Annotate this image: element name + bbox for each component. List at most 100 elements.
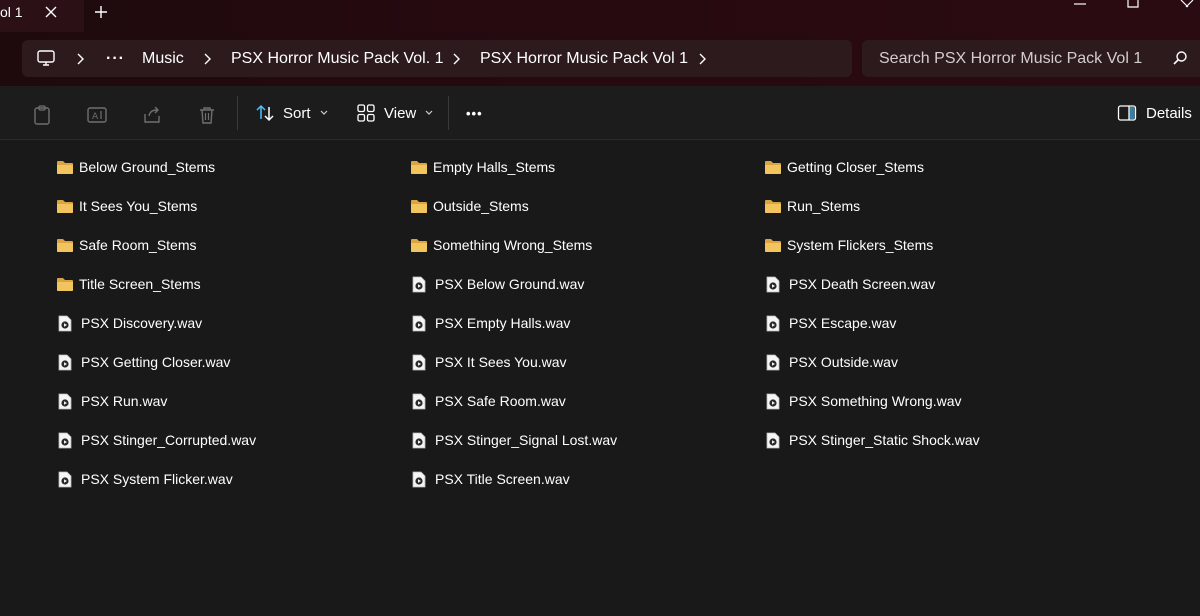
close-window-icon[interactable] (1180, 0, 1194, 10)
address-bar[interactable]: ··· Music PSX Horror Music Pack Vol. 1 P… (22, 40, 852, 77)
folder-item[interactable]: Below Ground_Stems (56, 156, 215, 178)
folder-item[interactable]: Something Wrong_Stems (410, 234, 592, 256)
folder-item[interactable]: Empty Halls_Stems (410, 156, 555, 178)
close-icon[interactable] (42, 2, 60, 22)
item-name: PSX Discovery.wav (81, 315, 203, 331)
file-item[interactable]: PSX Stinger_Signal Lost.wav (410, 429, 617, 451)
folder-icon (411, 200, 427, 213)
item-name: PSX Stinger_Signal Lost.wav (435, 432, 618, 448)
item-name: PSX Title Screen.wav (435, 471, 570, 487)
chevron-right-icon[interactable] (74, 52, 86, 66)
breadcrumb-item-current[interactable]: PSX Horror Music Pack Vol 1 (480, 40, 688, 77)
view-label: View (384, 104, 417, 122)
folder-icon (57, 200, 73, 213)
view-button[interactable]: View (356, 98, 434, 128)
audio-file-icon (58, 432, 72, 448)
file-item[interactable]: PSX Stinger_Static Shock.wav (764, 429, 980, 451)
audio-file-icon (766, 393, 780, 409)
folder-item[interactable]: Safe Room_Stems (56, 234, 197, 256)
rename-icon[interactable]: A (86, 104, 108, 126)
audio-file-icon (766, 276, 780, 292)
file-item[interactable]: PSX Death Screen.wav (764, 273, 935, 295)
item-name: Getting Closer_Stems (787, 159, 924, 175)
breadcrumb-more[interactable]: ··· (106, 40, 125, 77)
file-item[interactable]: PSX System Flicker.wav (56, 468, 233, 490)
item-name: PSX Outside.wav (789, 354, 898, 370)
item-name: PSX Stinger_Static Shock.wav (789, 432, 980, 448)
folder-item[interactable]: Title Screen_Stems (56, 273, 201, 295)
file-item[interactable]: PSX Title Screen.wav (410, 468, 570, 490)
file-item[interactable]: PSX Outside.wav (764, 351, 898, 373)
item-name: PSX Run.wav (81, 393, 168, 409)
audio-file-icon (58, 471, 72, 487)
file-item[interactable]: PSX Empty Halls.wav (410, 312, 570, 334)
tab-active[interactable]: ol 1 (0, 0, 84, 32)
file-item[interactable]: PSX Escape.wav (764, 312, 896, 334)
file-item[interactable]: PSX Discovery.wav (56, 312, 202, 334)
audio-file-icon (58, 315, 72, 331)
search-icon[interactable] (1172, 50, 1188, 66)
folder-item[interactable]: It Sees You_Stems (56, 195, 197, 217)
details-pane-icon (1117, 105, 1137, 121)
audio-file-icon (412, 276, 426, 292)
more-options-button[interactable]: ••• (466, 98, 483, 128)
file-item[interactable]: PSX Getting Closer.wav (56, 351, 230, 373)
maximize-icon[interactable] (1126, 0, 1140, 10)
sort-icon (256, 104, 274, 122)
item-name: Something Wrong_Stems (433, 237, 593, 253)
share-icon[interactable] (141, 104, 163, 126)
folder-item[interactable]: Run_Stems (764, 195, 860, 217)
file-item[interactable]: PSX Below Ground.wav (410, 273, 584, 295)
item-name: System Flickers_Stems (787, 237, 934, 253)
item-name: Outside_Stems (433, 198, 529, 214)
folder-item[interactable]: System Flickers_Stems (764, 234, 933, 256)
file-item[interactable]: PSX Safe Room.wav (410, 390, 566, 412)
search-placeholder: Search PSX Horror Music Pack Vol 1 (879, 50, 1143, 67)
audio-file-icon (412, 471, 426, 487)
view-grid-icon (357, 104, 375, 122)
file-item[interactable]: PSX Stinger_Corrupted.wav (56, 429, 256, 451)
audio-file-icon (766, 354, 780, 370)
command-bar: A Sort View ••• Details (0, 86, 1200, 140)
item-name: Below Ground_Stems (79, 159, 216, 175)
audio-file-icon (58, 354, 72, 370)
folder-icon (57, 239, 73, 252)
file-item[interactable]: PSX Something Wrong.wav (764, 390, 962, 412)
details-button[interactable]: Details (1117, 98, 1192, 128)
chevron-right-icon[interactable] (696, 52, 708, 66)
item-name: PSX Something Wrong.wav (789, 393, 962, 409)
chevron-right-icon[interactable] (201, 52, 213, 66)
chevron-right-icon[interactable] (450, 52, 462, 66)
minimize-icon[interactable] (1072, 0, 1088, 10)
chevron-down-icon (425, 110, 433, 115)
item-name: PSX Stinger_Corrupted.wav (81, 432, 257, 448)
folder-icon (57, 278, 73, 291)
item-name: PSX Getting Closer.wav (81, 354, 231, 370)
folder-icon (57, 161, 73, 174)
folder-icon (411, 239, 427, 252)
folder-icon (765, 239, 781, 252)
folder-item[interactable]: Outside_Stems (410, 195, 529, 217)
monitor-icon[interactable] (36, 49, 56, 67)
item-name: Safe Room_Stems (79, 237, 197, 253)
file-item[interactable]: PSX It Sees You.wav (410, 351, 567, 373)
toolbar-divider (237, 96, 238, 130)
search-input[interactable]: Search PSX Horror Music Pack Vol 1 (862, 40, 1200, 77)
breadcrumb-item-pack-parent[interactable]: PSX Horror Music Pack Vol. 1 (231, 40, 444, 77)
plus-icon[interactable] (91, 2, 111, 22)
item-name: It Sees You_Stems (79, 198, 198, 214)
svg-text:A: A (92, 112, 99, 122)
breadcrumb-item-music[interactable]: Music (142, 40, 184, 77)
trash-icon[interactable] (196, 104, 218, 126)
sort-button[interactable]: Sort (255, 98, 329, 128)
item-name: PSX It Sees You.wav (435, 354, 567, 370)
chevron-down-icon (320, 110, 327, 115)
folder-icon (765, 161, 781, 174)
folder-item[interactable]: Getting Closer_Stems (764, 156, 924, 178)
paste-icon[interactable] (31, 104, 53, 126)
audio-file-icon (412, 315, 426, 331)
item-name: PSX Empty Halls.wav (435, 315, 571, 331)
file-item[interactable]: PSX Run.wav (56, 390, 167, 412)
audio-file-icon (412, 432, 426, 448)
item-name: PSX Escape.wav (789, 315, 897, 331)
